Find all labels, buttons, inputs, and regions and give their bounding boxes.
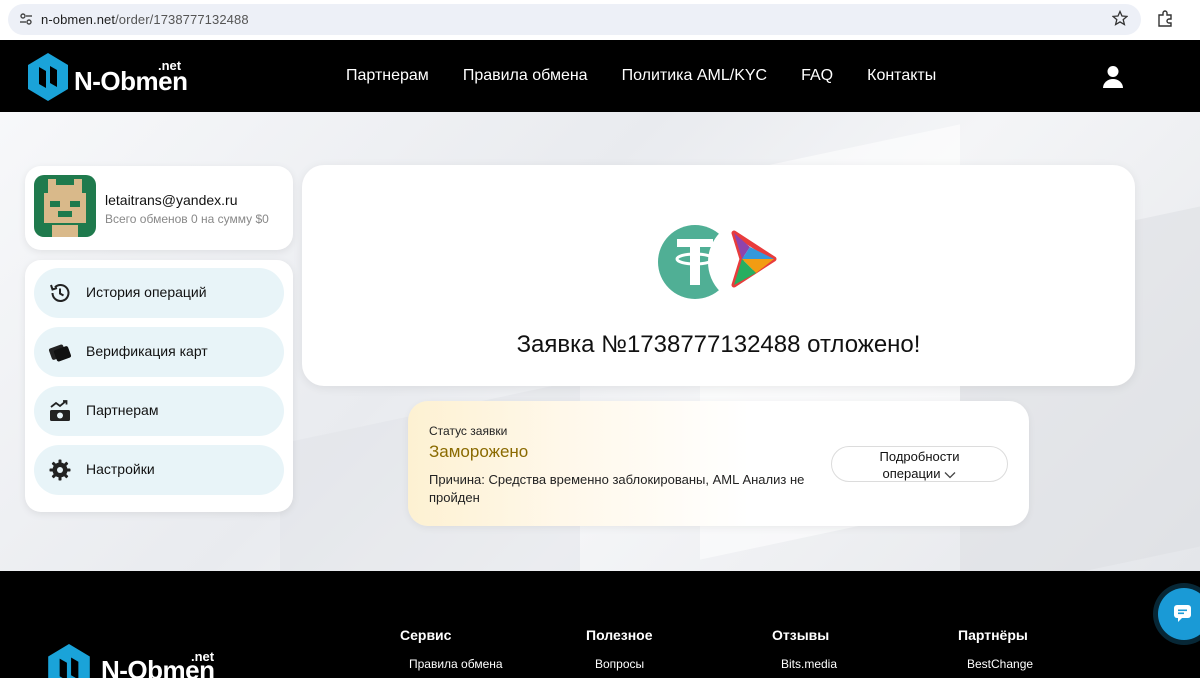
status-caption: Статус заявки <box>429 424 508 438</box>
footer-column-heading: Полезное <box>586 627 653 643</box>
footer-column-heading: Сервис <box>400 627 452 643</box>
order-card: Заявка №1738777132488 отложено! <box>302 165 1135 386</box>
details-button-label-line1: Подробности <box>879 449 960 464</box>
sidebar-item-card-verification[interactable]: Верификация карт <box>34 327 284 377</box>
chevron-down-icon <box>945 471 956 478</box>
profile-stats: Всего обменов 0 на сумму $0 <box>105 212 269 226</box>
footer-logo[interactable]: N-Obmen .net <box>45 643 220 678</box>
footer-link[interactable]: Bits.media <box>781 657 837 671</box>
logo-hexagon-icon <box>48 644 90 678</box>
card-icon <box>48 344 72 362</box>
extensions-icon[interactable] <box>1156 10 1174 28</box>
footer-link[interactable]: Правила обмена <box>409 657 503 671</box>
footer-column-heading: Партнёры <box>958 627 1028 643</box>
sidebar-item-settings[interactable]: Настройки <box>34 445 284 495</box>
nav-contacts[interactable]: Контакты <box>867 67 936 85</box>
url-path: /order/1738777132488 <box>115 12 249 27</box>
footer-column-reviews: Отзывы Bits.media <box>772 627 837 671</box>
main-content: letaitrans@yandex.ru Всего обменов 0 на … <box>0 112 1200 571</box>
footer-link[interactable]: Вопросы <box>595 657 653 671</box>
operation-details-button[interactable]: Подробности операции <box>831 446 1008 482</box>
profile-email: letaitrans@yandex.ru <box>105 192 238 208</box>
footer-column-useful: Полезное Вопросы <box>586 627 653 671</box>
sidebar-item-label: Настройки <box>86 461 155 477</box>
nav-partners[interactable]: Партнерам <box>346 67 429 85</box>
details-button-label-line2: операции <box>832 465 1007 482</box>
gear-icon <box>49 459 71 481</box>
sidebar-item-label: Партнерам <box>86 402 159 418</box>
sidebar-item-partners[interactable]: Партнерам <box>34 386 284 436</box>
currency-pair-icons <box>653 220 792 304</box>
details-button-label-line2-text: операции <box>882 466 941 481</box>
url-host: n-obmen.net <box>41 12 116 27</box>
sidebar-item-label: История операций <box>86 284 207 300</box>
status-reason: Причина: Средства временно заблокированы… <box>429 472 805 505</box>
footer-column-heading: Отзывы <box>772 627 830 643</box>
money-growth-icon <box>50 400 70 421</box>
footer-column-partners: Партнёры BestChange <box>958 627 1033 671</box>
nav-aml-policy[interactable]: Политика AML/KYC <box>622 67 768 85</box>
sidebar-item-history[interactable]: История операций <box>34 268 284 318</box>
main-nav: Партнерам Правила обмена Политика AML/KY… <box>346 67 936 85</box>
logo-hexagon-icon <box>28 53 68 101</box>
bookmark-star-icon[interactable] <box>1112 10 1128 26</box>
site-settings-icon[interactable] <box>19 12 33 26</box>
url-text[interactable]: n-obmen.net/order/1738777132488 <box>41 12 249 27</box>
chat-icon <box>1174 605 1191 622</box>
footer-logo-tld: .net <box>191 649 215 664</box>
site-footer: N-Obmen .net Сервис Правила обмена Полез… <box>0 571 1200 678</box>
user-account-icon[interactable] <box>1102 65 1124 89</box>
browser-toolbar: n-obmen.net/order/1738777132488 <box>0 0 1200 40</box>
sidebar-item-label: Верификация карт <box>86 343 208 359</box>
order-title: Заявка №1738777132488 отложено! <box>516 331 921 358</box>
site-logo[interactable]: N-Obmen .net <box>26 52 196 102</box>
footer-column-service: Сервис Правила обмена <box>400 627 503 671</box>
address-bar[interactable]: n-obmen.net/order/1738777132488 <box>8 4 1141 35</box>
status-value: Заморожено <box>429 442 529 461</box>
logo-tld: .net <box>158 58 182 73</box>
site-header: N-Obmen .net Партнерам Правила обмена По… <box>0 40 1200 112</box>
nav-exchange-rules[interactable]: Правила обмена <box>463 67 588 85</box>
footer-link[interactable]: BestChange <box>967 657 1033 671</box>
history-icon <box>50 284 70 302</box>
profile-card: letaitrans@yandex.ru Всего обменов 0 на … <box>25 166 293 250</box>
nav-faq[interactable]: FAQ <box>801 67 833 85</box>
order-status-card: Статус заявки Заморожено Причина: Средст… <box>408 401 1029 526</box>
sidebar-menu: История операций Верификация карт Партне… <box>25 260 293 512</box>
avatar[interactable] <box>34 175 96 237</box>
